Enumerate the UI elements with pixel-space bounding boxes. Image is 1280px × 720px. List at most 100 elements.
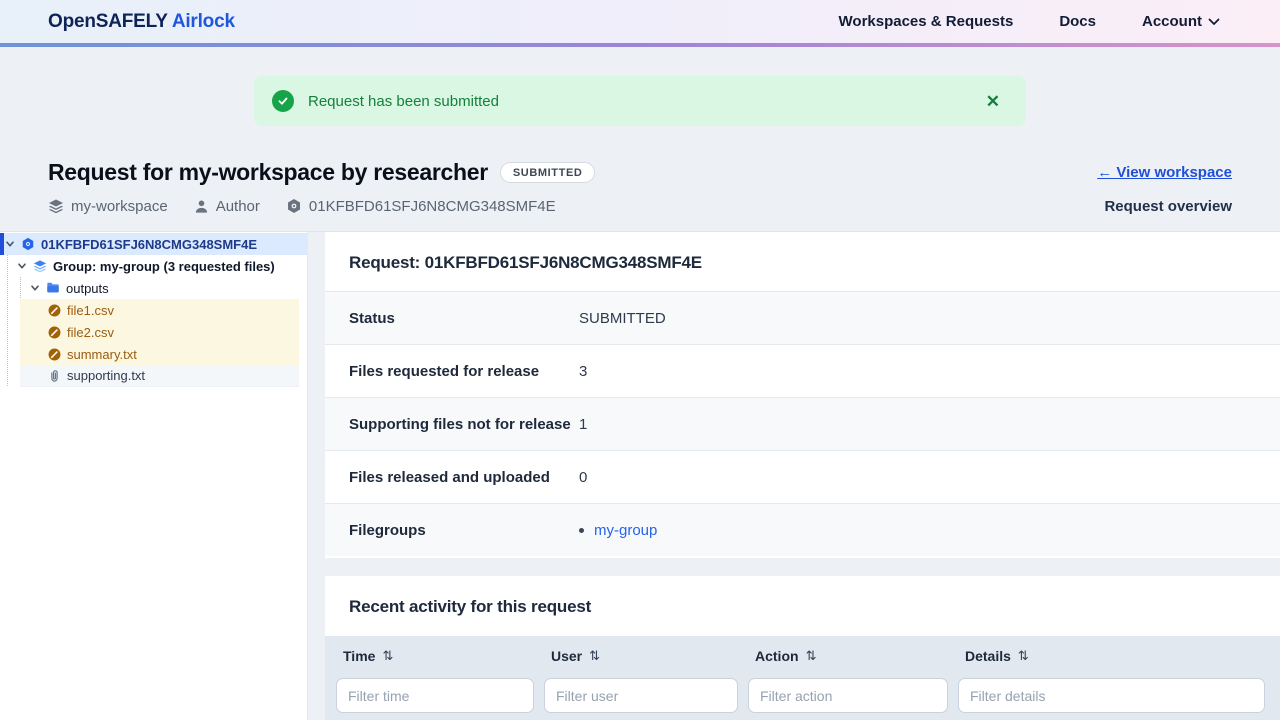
check-circle-icon [272, 90, 294, 112]
request-details-heading: Request: 01KFBFD61SFJ6N8CMG348SMF4E [349, 253, 702, 272]
file-pending-icon [48, 348, 61, 360]
tree-item-file2[interactable]: file2.csv [20, 321, 299, 343]
detail-value: 1 [579, 415, 588, 433]
file-pending-icon [48, 326, 61, 338]
tree-item-label: file2.csv [67, 324, 114, 340]
filegroup-list-item: my-group [579, 522, 657, 539]
detail-row-files-requested: Files requested for release 3 [325, 344, 1280, 397]
filter-cell [333, 676, 541, 713]
close-icon[interactable]: ✕ [982, 89, 1004, 114]
filter-user-input[interactable] [544, 678, 738, 713]
detail-row-filegroups: Filegroups my-group [325, 503, 1280, 556]
request-cube-icon [22, 237, 34, 251]
logo-primary: OpenSAFELY [48, 10, 168, 32]
detail-row-status: Status SUBMITTED [325, 291, 1280, 344]
nav-account-menu[interactable]: Account [1142, 13, 1220, 30]
filter-time-input[interactable] [336, 678, 534, 713]
sort-icon: ⇅ [589, 648, 601, 663]
status-badge: SUBMITTED [499, 161, 596, 183]
column-label: Time [343, 648, 376, 664]
detail-value: 0 [579, 468, 588, 486]
detail-label: Files released and uploaded [349, 468, 550, 486]
tree-item-supporting[interactable]: supporting.txt [20, 365, 299, 387]
opensafely-airlock-logo[interactable]: OpenSAFELY Airlock [48, 11, 235, 33]
file-tree: 01KFBFD61SFJ6N8CMG348SMF4E Group: my-gro… [0, 232, 307, 387]
file-tree-sidebar: 01KFBFD61SFJ6N8CMG348SMF4E Group: my-gro… [0, 232, 308, 720]
column-label: Action [755, 648, 799, 664]
filter-cell [955, 676, 1272, 713]
recent-activity-card: Recent activity for this request Time ⇅ … [325, 576, 1280, 720]
column-header-action[interactable]: Action ⇅ [745, 648, 955, 664]
author-meta: Author [194, 198, 260, 215]
filter-details-input[interactable] [958, 678, 1265, 713]
sort-icon: ⇅ [1017, 648, 1029, 663]
tree-item-file1[interactable]: file1.csv [20, 299, 299, 321]
recent-activity-heading: Recent activity for this request [349, 597, 592, 616]
tree-item-label: supporting.txt [67, 368, 146, 383]
activity-filter-row [325, 676, 1280, 713]
notification-message: Request has been submitted [308, 92, 499, 110]
detail-row-files-released: Files released and uploaded 0 [325, 450, 1280, 503]
tree-item-label: file1.csv [67, 302, 114, 318]
tree-item-label: outputs [66, 280, 109, 296]
nav-workspaces-requests[interactable]: Workspaces & Requests [839, 13, 1014, 30]
request-meta-row: my-workspace Author 01KFBFD61SFJ6N8CMG34… [48, 194, 1232, 218]
bullet-icon [579, 527, 584, 533]
detail-label: Status [349, 309, 395, 327]
chevron-down-icon [1208, 18, 1220, 26]
logo-secondary: Airlock [171, 10, 235, 32]
nav-docs-label: Docs [1059, 13, 1096, 30]
folder-icon [47, 282, 59, 293]
sort-icon: ⇅ [382, 648, 394, 663]
detail-row-supporting-files: Supporting files not for release 1 [325, 397, 1280, 450]
workspace-meta: my-workspace [48, 198, 168, 215]
column-header-details[interactable]: Details ⇅ [955, 648, 1272, 664]
tree-item-label: Group: my-group (3 requested files) [53, 258, 275, 274]
request-cube-icon [287, 199, 300, 213]
nav-account-label: Account [1142, 13, 1202, 30]
request-overview-label: Request overview [1104, 197, 1232, 215]
top-navigation-bar: OpenSAFELY Airlock Workspaces & Requests… [0, 0, 1280, 47]
chevron-down-icon [18, 263, 26, 269]
activity-table-head: Time ⇅ User ⇅ Action ⇅ Details ⇅ [325, 636, 1280, 720]
success-notification: Request has been submitted ✕ [254, 76, 1026, 126]
workspace-name: my-workspace [71, 197, 168, 215]
detail-value: SUBMITTED [579, 309, 666, 327]
column-label: User [551, 648, 583, 664]
detail-value: 3 [579, 362, 588, 380]
column-header-time[interactable]: Time ⇅ [333, 648, 541, 664]
nav-menu: Workspaces & Requests Docs Account [839, 13, 1220, 30]
tree-item-request-root[interactable]: 01KFBFD61SFJ6N8CMG348SMF4E [0, 233, 307, 255]
tree-item-label: summary.txt [67, 346, 137, 362]
detail-label: Files requested for release [349, 362, 540, 380]
column-header-user[interactable]: User ⇅ [541, 648, 745, 664]
filter-cell [745, 676, 955, 713]
tree-item-group[interactable]: Group: my-group (3 requested files) [0, 255, 307, 277]
detail-label: Supporting files not for release [349, 415, 571, 433]
detail-label: Filegroups [349, 521, 426, 539]
chevron-down-icon [31, 285, 39, 291]
filter-cell [541, 676, 745, 713]
author-label: Author [215, 197, 260, 215]
layers-icon [33, 260, 47, 273]
tree-item-outputs-folder[interactable]: outputs [0, 277, 307, 299]
filter-action-input[interactable] [748, 678, 948, 713]
request-id: 01KFBFD61SFJ6N8CMG348SMF4E [308, 197, 556, 215]
request-id-meta: 01KFBFD61SFJ6N8CMG348SMF4E [286, 198, 556, 215]
request-details-card: Request: 01KFBFD61SFJ6N8CMG348SMF4E Stat… [325, 232, 1280, 558]
activity-header-row: Time ⇅ User ⇅ Action ⇅ Details ⇅ [325, 636, 1280, 676]
chevron-down-icon [6, 241, 14, 247]
paperclip-icon [51, 369, 58, 382]
filegroup-link[interactable]: my-group [594, 522, 657, 539]
nav-docs[interactable]: Docs [1059, 13, 1096, 30]
sort-icon: ⇅ [805, 648, 817, 663]
page-title: Request for my-workspace by researcher [48, 158, 488, 185]
view-workspace-link[interactable]: ← View workspace [1097, 164, 1232, 181]
user-icon [195, 200, 207, 213]
tree-item-label: 01KFBFD61SFJ6N8CMG348SMF4E [41, 236, 258, 252]
page-title-row: Request for my-workspace by researcher S… [48, 152, 1232, 192]
airlock-request-page: OpenSAFELY Airlock Workspaces & Requests… [0, 0, 1280, 720]
nav-workspaces-label: Workspaces & Requests [838, 13, 1014, 30]
file-pending-icon [48, 304, 61, 316]
tree-item-summary[interactable]: summary.txt [20, 343, 299, 365]
